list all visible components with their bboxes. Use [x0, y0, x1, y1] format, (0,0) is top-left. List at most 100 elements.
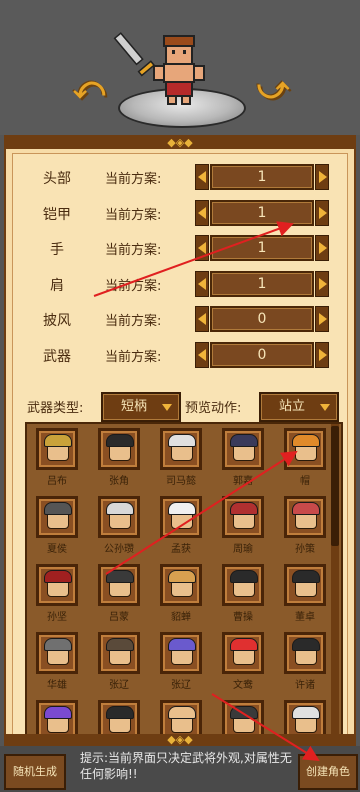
helmet-icon [44, 638, 72, 651]
character-preview-area: ⤺ ⤻ [0, 0, 360, 135]
chevron-down-icon [320, 404, 330, 411]
slot-label: 头部 [43, 171, 71, 187]
helmet-icon [106, 502, 134, 515]
preview-action-dropdown[interactable]: 站立 [259, 392, 339, 422]
portrait-frame [222, 564, 264, 606]
portrait-name: 貂蝉 [171, 612, 191, 623]
portrait-name: 公孙瓒 [104, 544, 134, 555]
scheme-value: 1 [210, 270, 314, 297]
portrait-cell[interactable]: 张角 [91, 424, 147, 490]
next-arrow-icon[interactable] [315, 235, 329, 261]
diamond-ornament-icon: ◆◈◆ [167, 733, 193, 746]
select-row: 武器类型: 短柄 预览动作: 站立 [13, 390, 349, 422]
current-scheme-label: 当前方案: [105, 278, 162, 294]
rotate-right-icon[interactable]: ⤻ [256, 72, 290, 106]
scrollbar-thumb[interactable] [331, 426, 339, 546]
next-arrow-icon[interactable] [315, 306, 329, 332]
next-arrow-icon[interactable] [315, 341, 329, 368]
portrait-cell[interactable]: 司马懿 [153, 424, 209, 490]
portrait-cell[interactable]: 曹操 [215, 560, 271, 626]
previous-arrow-icon[interactable] [195, 235, 209, 261]
portrait-cell[interactable]: 帽 [277, 424, 333, 490]
portrait-name: 孙策 [295, 544, 315, 555]
portrait-cell[interactable]: 许诸 [277, 628, 333, 694]
weapon-type-dropdown[interactable]: 短柄 [101, 392, 181, 422]
portrait-cell[interactable]: 貂蝉 [153, 560, 209, 626]
helmet-icon [106, 638, 134, 651]
portrait-frame [284, 564, 326, 606]
weapon-type-value: 短柄 [120, 399, 147, 414]
portrait-cell[interactable]: 华雄 [29, 628, 85, 694]
portrait-cell[interactable]: 吕布 [29, 424, 85, 490]
portrait-name: 司马懿 [166, 476, 196, 487]
slot-label: 武器 [43, 348, 71, 365]
portrait-frame [98, 632, 140, 674]
helmet-icon [106, 570, 134, 583]
portrait-cell[interactable]: 董卓 [277, 560, 333, 626]
create-character-button[interactable]: 创建角色 [298, 754, 358, 790]
portrait-frame [284, 428, 326, 470]
helmet-icon [44, 570, 72, 583]
portrait-cell[interactable]: 张辽 [153, 628, 209, 694]
portrait-name: 帽 [300, 476, 310, 487]
scheme-value: 0 [210, 341, 314, 368]
portrait-frame [98, 496, 140, 538]
portrait-cell[interactable]: 孙坚 [29, 560, 85, 626]
slot-label: 手 [50, 242, 64, 258]
previous-arrow-icon[interactable] [195, 341, 209, 368]
random-generate-button[interactable]: 随机生成 [4, 754, 66, 790]
preview-action-label: 预览动作: [185, 401, 242, 416]
portrait-name: 董卓 [295, 612, 315, 623]
helmet-icon [168, 638, 196, 651]
slot-row: 披风 当前方案: 0 [13, 304, 349, 334]
helmet-icon [230, 570, 258, 583]
portrait-cell[interactable]: 孟获 [153, 492, 209, 558]
slot-row: 手 当前方案: 1 [13, 233, 349, 263]
panel-ornament-bottom: ◆◈◆ [4, 734, 356, 746]
portrait-name: 曹操 [233, 612, 253, 623]
customization-panel: ◆◈◆ 头部 当前方案: 1 铠甲 当前方案: 1 手当前方案: 1 肩当前方案: 1 披风 当前方案… [4, 135, 356, 746]
scheme-value: 1 [210, 164, 314, 190]
portrait-cell[interactable]: 张辽 [91, 628, 147, 694]
rotate-left-icon[interactable]: ⤺ [72, 72, 106, 106]
portrait-cell[interactable]: 周瑜 [215, 492, 271, 558]
portrait-cell[interactable]: 孙策 [277, 492, 333, 558]
portrait-cell[interactable]: 吕蒙 [91, 560, 147, 626]
portrait-frame [222, 496, 264, 538]
current-scheme-label: 当前方案: [105, 243, 162, 258]
slot-row: 武器 当前方案: 0 [13, 340, 349, 370]
portrait-name: 华雄 [47, 680, 67, 691]
next-arrow-icon[interactable] [315, 164, 329, 190]
panel-ornament-top: ◆◈◆ [6, 137, 354, 149]
portrait-name: 许诸 [295, 680, 315, 691]
slot-label: 肩 [50, 277, 64, 294]
portrait-name: 吕布 [47, 476, 67, 487]
portrait-frame [36, 428, 78, 470]
helmet-icon [44, 502, 72, 515]
portrait-frame [98, 564, 140, 606]
portrait-cell[interactable]: 夏侯 [29, 492, 85, 558]
helmet-icon [292, 706, 320, 719]
portrait-grid[interactable]: 吕布 张角 司马懿 郭嘉 帽夏侯 公孙瓒 孟获 周瑜 孙策 孙坚 吕蒙 貂蝉 曹操 董卓 华雄 张辽 张辽 文鸯 许… [25, 422, 343, 742]
portrait-frame [222, 632, 264, 674]
portrait-frame [160, 632, 202, 674]
hint-text: 提示:当前界面只决定武将外观,对属性无任何影响!! [80, 751, 292, 781]
helmet-icon [168, 434, 196, 447]
portrait-cell[interactable]: 公孙瓒 [91, 492, 147, 558]
current-scheme-label: 当前方案: [105, 314, 162, 329]
slot-row: 铠甲 当前方案: 1 [13, 198, 349, 228]
portrait-cell[interactable]: 文鸯 [215, 628, 271, 694]
previous-arrow-icon[interactable] [195, 164, 209, 190]
next-arrow-icon[interactable] [315, 270, 329, 297]
next-arrow-icon[interactable] [315, 199, 329, 226]
portrait-frame [284, 496, 326, 538]
slot-label: 披风 [43, 313, 71, 329]
diamond-ornament-icon: ◆◈◆ [167, 136, 193, 149]
previous-arrow-icon[interactable] [195, 306, 209, 332]
previous-arrow-icon[interactable] [195, 270, 209, 297]
previous-arrow-icon[interactable] [195, 199, 209, 226]
portrait-cell[interactable]: 郭嘉 [215, 424, 271, 490]
portrait-name: 张角 [109, 476, 129, 487]
portrait-name: 孙坚 [47, 612, 67, 623]
helmet-icon [230, 638, 258, 651]
